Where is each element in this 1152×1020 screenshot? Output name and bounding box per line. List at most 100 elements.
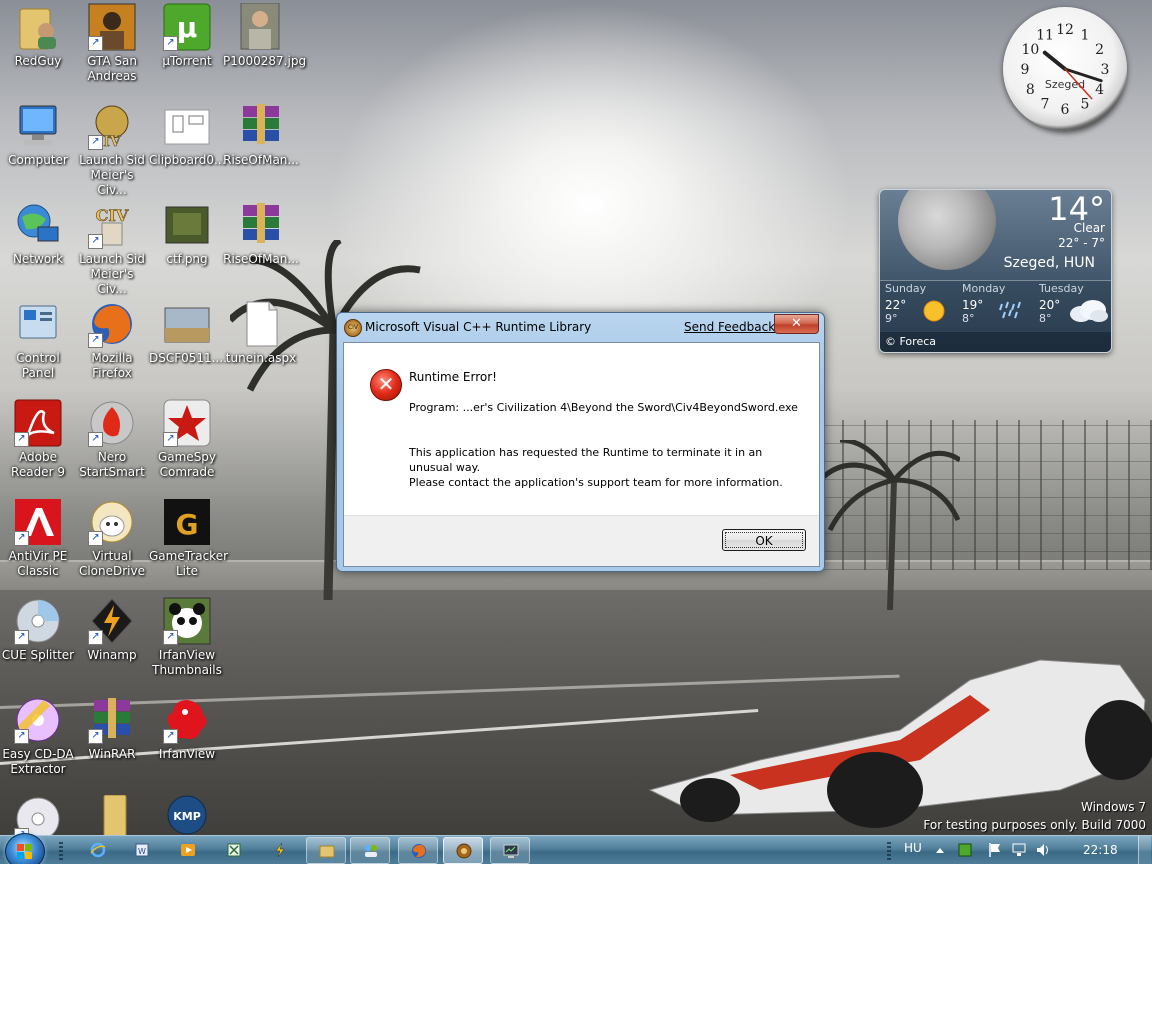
desktop-icon-civ4-2[interactable]: CIV ↗ Launch Sid Meier's Civ... <box>74 201 150 297</box>
error-heading: Runtime Error! <box>409 370 497 384</box>
spreadsheet-icon <box>227 843 241 857</box>
quicklaunch-winamp[interactable] <box>260 837 300 864</box>
icon-label: Launch Sid Meier's Civ... <box>79 153 145 197</box>
quicklaunch-ie[interactable] <box>78 837 118 864</box>
taskbar-grip[interactable] <box>59 842 63 860</box>
svg-text:IV: IV <box>103 134 122 150</box>
taskbar-civ4[interactable] <box>443 837 483 864</box>
sun-icon <box>923 300 945 322</box>
taskbar-explorer[interactable] <box>306 837 346 864</box>
clock-number: 3 <box>1101 62 1110 78</box>
icon-label: WinRAR <box>88 747 136 761</box>
desktop-icon-gta[interactable]: ↗ GTA San Andreas <box>74 3 150 84</box>
icon-label: RedGuy <box>14 54 62 68</box>
desktop-icon-easy-cd-da[interactable]: ↗ Easy CD-DA Extractor <box>0 696 76 777</box>
quicklaunch-media-player[interactable] <box>168 837 208 864</box>
weather-gadget[interactable]: 14° Clear 22° - 7° Szeged, HUN Sunday 22… <box>879 189 1112 353</box>
taskbar: W HU 22:18 <box>0 833 1152 864</box>
desktop-icon-firefox[interactable]: ↗ Mozilla Firefox <box>74 300 150 381</box>
icon-label: DSCF0511.... <box>149 351 227 365</box>
civ-app-icon <box>456 843 472 859</box>
show-desktop-button[interactable] <box>1138 836 1151 864</box>
icon-label: RiseOfMan... <box>223 153 299 167</box>
language-indicator[interactable]: HU <box>904 836 922 864</box>
shortcut-arrow-icon: ↗ <box>88 630 103 645</box>
taskbar-network-app[interactable] <box>350 837 390 864</box>
action-center[interactable] <box>987 836 1003 864</box>
network-status[interactable] <box>1011 836 1027 864</box>
folder-user-icon <box>14 3 62 51</box>
message-line: unusual way. <box>409 461 481 474</box>
desktop-icon-ctf[interactable]: ctf.png <box>149 201 225 267</box>
desktop-icon-adobe-reader[interactable]: ↗ Adobe Reader 9 <box>0 399 76 480</box>
shortcut-arrow-icon: ↗ <box>163 432 178 447</box>
close-button[interactable]: ✕ <box>774 314 819 334</box>
windows-watermark: Windows 7 <box>1080 800 1146 814</box>
desktop-icon-irfanview-thumbnails[interactable]: ↗ IrfanView Thumbnails <box>149 597 225 678</box>
desktop-icon-antivir[interactable]: ↗ AntiVir PE Classic <box>0 498 76 579</box>
desktop-icon-network[interactable]: Network <box>0 201 76 267</box>
taskbar-clock[interactable]: 22:18 <box>1083 836 1118 864</box>
desktop-icon-gametracker[interactable]: G GameTracker Lite <box>149 498 228 579</box>
desktop-icon-control-panel[interactable]: Control Panel <box>0 300 76 381</box>
desktop-icon-cue-splitter[interactable]: ↗ CUE Splitter <box>0 597 76 663</box>
forecast-day-name: Tuesday <box>1039 282 1084 295</box>
desktop-icon-gamespy[interactable]: ↗ GameSpy Comrade <box>149 399 225 480</box>
forecast-day: Tuesday 20° 8° <box>1039 282 1111 325</box>
desktop-icon-nero[interactable]: ↗ Nero StartSmart <box>74 399 150 480</box>
ok-button[interactable]: OK <box>722 529 806 551</box>
desktop-icon-redguy[interactable]: RedGuy <box>0 3 76 69</box>
quicklaunch-excel[interactable] <box>214 837 254 864</box>
shortcut-arrow-icon: ↗ <box>88 531 103 546</box>
flag-icon <box>989 843 1000 857</box>
icon-label: Computer <box>8 153 68 167</box>
taskbar-task-manager[interactable] <box>490 837 530 864</box>
winrar-icon: ↗ <box>88 696 136 744</box>
forecast-day: Sunday 22° 9° <box>885 282 962 325</box>
desktop-icon-riseofman-1[interactable]: RiseOfMan... <box>223 102 299 168</box>
clock-number: 6 <box>1061 102 1070 118</box>
desktop-icon-winamp[interactable]: ↗ Winamp <box>74 597 150 663</box>
icon-label: tunein.aspx <box>225 351 297 365</box>
svg-text:CIV: CIV <box>96 206 129 225</box>
icon-label: AntiVir PE Classic <box>8 549 68 578</box>
tray-grip[interactable] <box>887 842 891 860</box>
start-button[interactable] <box>5 833 45 864</box>
adobe-reader-icon: ↗ <box>14 399 62 447</box>
desktop-icon-riseofman-2[interactable]: RiseOfMan... <box>223 201 299 267</box>
quicklaunch-writer[interactable]: W <box>122 837 162 864</box>
desktop-icon-civ4[interactable]: IV ↗ Launch Sid Meier's Civ... <box>74 102 150 198</box>
icon-label: RiseOfMan... <box>223 252 299 266</box>
desktop-icon-dscf[interactable]: DSCF0511.... <box>149 300 227 366</box>
shortcut-arrow-icon: ↗ <box>14 630 29 645</box>
clock-gadget[interactable]: 12 1 2 3 4 5 6 7 8 9 10 11 Szeged <box>1003 7 1127 131</box>
svg-text:G: G <box>176 508 199 541</box>
clock-number: 4 <box>1095 82 1104 98</box>
tray-app[interactable] <box>958 836 972 864</box>
volume-control[interactable] <box>1035 836 1051 864</box>
desktop-icon-clonedrive[interactable]: ↗ Virtual CloneDrive <box>74 498 150 579</box>
clock-number: 7 <box>1041 97 1050 113</box>
shortcut-arrow-icon: ↗ <box>163 729 178 744</box>
desktop-icon-photo[interactable]: P1000287.jpg <box>223 2 306 69</box>
desktop-icon-winrar[interactable]: ↗ WinRAR <box>74 696 150 762</box>
icon-label: IrfanView <box>158 747 216 761</box>
desktop-icon-irfanview[interactable]: ↗ IrfanView <box>149 696 225 762</box>
clock-number: 5 <box>1081 97 1090 113</box>
desktop-icon-clipboard[interactable]: Clipboard0... <box>149 102 225 168</box>
windows-logo-icon <box>17 844 32 859</box>
desktop-icon-computer[interactable]: Computer <box>0 102 76 168</box>
temperature-range: 22° - 7° <box>1058 236 1105 250</box>
dialog-body: ✕ Runtime Error! Program: ...er's Civili… <box>343 342 820 567</box>
show-hidden-icons-button[interactable] <box>935 836 945 864</box>
send-feedback-link[interactable]: Send Feedback <box>684 320 775 334</box>
shortcut-arrow-icon: ↗ <box>88 36 103 51</box>
desktop-icon-utorrent[interactable]: µ ↗ µTorrent <box>149 3 225 69</box>
weather-location: Szeged, HUN <box>1003 255 1095 271</box>
civ4-icon: IV ↗ <box>88 102 136 150</box>
program-path: Program: ...er's Civilization 4\Beyond t… <box>409 401 798 414</box>
taskbar-firefox[interactable] <box>398 837 438 864</box>
icon-label: GameSpy Comrade <box>157 450 217 479</box>
folder-icon <box>319 845 335 858</box>
desktop-icon-tunein[interactable]: tunein.aspx <box>223 300 299 366</box>
